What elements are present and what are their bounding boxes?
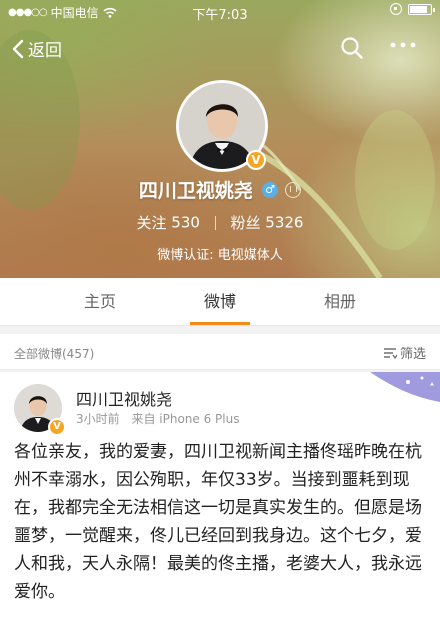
battery-level — [410, 5, 427, 13]
post-corner-decoration — [370, 372, 440, 402]
post-author-name[interactable]: 四川卫视姚尧 — [76, 386, 172, 410]
profile-tabs: 主页 微博 相册 — [0, 278, 440, 326]
status-right — [390, 3, 435, 15]
post-author-avatar[interactable]: V — [14, 384, 66, 436]
profile-stats: 关注 530 粉丝 5326 — [0, 212, 440, 233]
profile-name: 四川卫视姚尧 — [138, 180, 253, 202]
following-count: 530 — [171, 213, 200, 232]
tab-home[interactable]: 主页 — [70, 278, 130, 325]
status-time: 下午7:03 — [192, 8, 248, 23]
more-options-icon[interactable] — [388, 40, 418, 50]
post-meta: 3小时前 来自 iPhone 6 Plus — [76, 410, 239, 427]
weibo-post[interactable]: V 四川卫视姚尧 3小时前 来自 iPhone 6 Plus 各位亲友，我的爱妻… — [0, 372, 440, 640]
profile-cover: ●●●○○ 中国电信 下午7:03 返回 V 四川卫视姚尧 ♂ 关注 530 粉… — [0, 0, 440, 278]
male-gender-icon: ♂ — [262, 181, 278, 198]
post-source: 来自 iPhone 6 Plus — [131, 412, 240, 426]
filter-list-icon — [383, 347, 397, 359]
tab-album[interactable]: 相册 — [310, 278, 370, 325]
back-button[interactable]: 返回 — [12, 36, 62, 61]
orientation-lock-icon — [390, 3, 402, 15]
status-bar: ●●●○○ 中国电信 下午7:03 — [0, 0, 440, 23]
post-count: 全部微博(457) — [14, 347, 95, 361]
member-crown-icon[interactable] — [285, 181, 302, 198]
verified-badge: V — [48, 418, 66, 436]
following-label: 关注 — [136, 214, 167, 232]
stat-divider — [214, 215, 216, 230]
filter-label: 筛选 — [399, 347, 426, 362]
profile-name-row: 四川卫视姚尧 ♂ — [0, 176, 440, 203]
post-body-text: 各位亲友，我的爱妻，四川卫视新闻主播佟瑶昨晚在杭州不幸溺水，因公殉职，年仅33岁… — [14, 442, 422, 602]
post-time: 3小时前 — [76, 412, 120, 426]
post-filter-bar: 全部微博(457) 筛选 — [0, 334, 440, 370]
followers-count: 5326 — [265, 213, 304, 232]
followers-stat[interactable]: 粉丝 5326 — [230, 213, 304, 233]
search-icon[interactable] — [340, 36, 364, 60]
battery-icon — [408, 3, 435, 15]
profile-avatar[interactable]: V — [176, 80, 268, 172]
filter-button[interactable]: 筛选 — [383, 343, 426, 362]
tab-weibo[interactable]: 微博 — [190, 278, 250, 325]
verified-badge: V — [246, 150, 266, 170]
certification-text: 微博认证: 电视媒体人 — [157, 248, 283, 263]
following-stat[interactable]: 关注 530 — [136, 213, 205, 233]
back-label: 返回 — [28, 41, 62, 61]
followers-label: 粉丝 — [230, 214, 261, 232]
chevron-left-icon — [12, 39, 24, 58]
